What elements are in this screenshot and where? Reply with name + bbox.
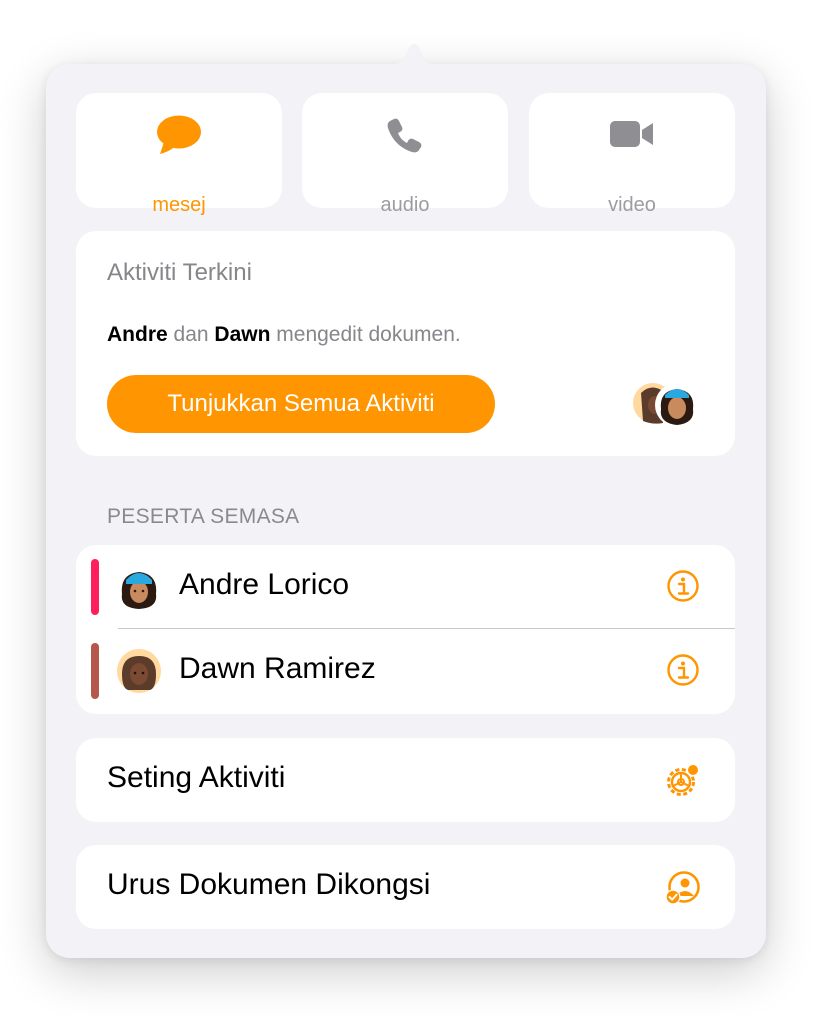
show-all-activity-button[interactable]: Tunjukkan Semua Aktiviti	[107, 375, 495, 433]
video-camera-icon	[610, 121, 653, 147]
phone-icon	[387, 118, 422, 153]
activity-settings-button[interactable]: Seting Aktiviti	[76, 738, 735, 822]
activity-settings-label: Seting Aktiviti	[107, 761, 286, 794]
recent-activity-title: Aktiviti Terkini	[107, 259, 252, 286]
tab-video-label: video	[608, 194, 656, 216]
participant-row-dawn[interactable]: Dawn Ramirez	[76, 629, 735, 713]
participant-avatars-stack	[633, 383, 699, 427]
participant-color-bar	[91, 643, 99, 699]
current-participants-label: PESERTA SEMASA	[107, 505, 300, 528]
tab-video[interactable]: video	[529, 93, 735, 216]
activity-user-2: Dawn	[214, 323, 271, 346]
avatar	[121, 572, 157, 609]
avatar	[117, 649, 161, 693]
participants-list: Andre Lorico Dawn Ramirez	[76, 545, 735, 714]
participant-name: Andre Lorico	[179, 568, 350, 601]
manage-shared-document-label: Urus Dokumen Dikongsi	[107, 868, 431, 901]
tab-audio-label: audio	[380, 194, 430, 216]
tab-message[interactable]: mesej	[76, 93, 282, 216]
participant-row-andre[interactable]: Andre Lorico	[76, 545, 735, 629]
collaboration-popover: mesej audio video Aktiviti Terkini Andre…	[46, 64, 766, 958]
activity-user-1: Andre	[107, 323, 168, 346]
manage-shared-document-button[interactable]: Urus Dokumen Dikongsi	[76, 845, 735, 929]
message-bubble-icon	[157, 115, 201, 154]
tab-message-label: mesej	[152, 194, 206, 216]
tab-audio[interactable]: audio	[302, 93, 508, 216]
shared-person-check-icon	[665, 871, 700, 905]
info-icon[interactable]	[666, 569, 700, 603]
info-icon[interactable]	[666, 653, 700, 687]
participant-name: Dawn Ramirez	[179, 652, 376, 685]
activity-conjunction: dan	[173, 323, 209, 346]
recent-activity-card: Aktiviti Terkini Andre dan Dawn mengedit…	[76, 231, 735, 456]
popover-arrow	[386, 44, 442, 66]
recent-activity-text: Andre dan Dawn mengedit dokumen.	[107, 323, 461, 347]
activity-action: mengedit dokumen.	[276, 323, 461, 346]
gear-badge-icon	[667, 763, 700, 796]
participant-color-bar	[91, 559, 99, 615]
